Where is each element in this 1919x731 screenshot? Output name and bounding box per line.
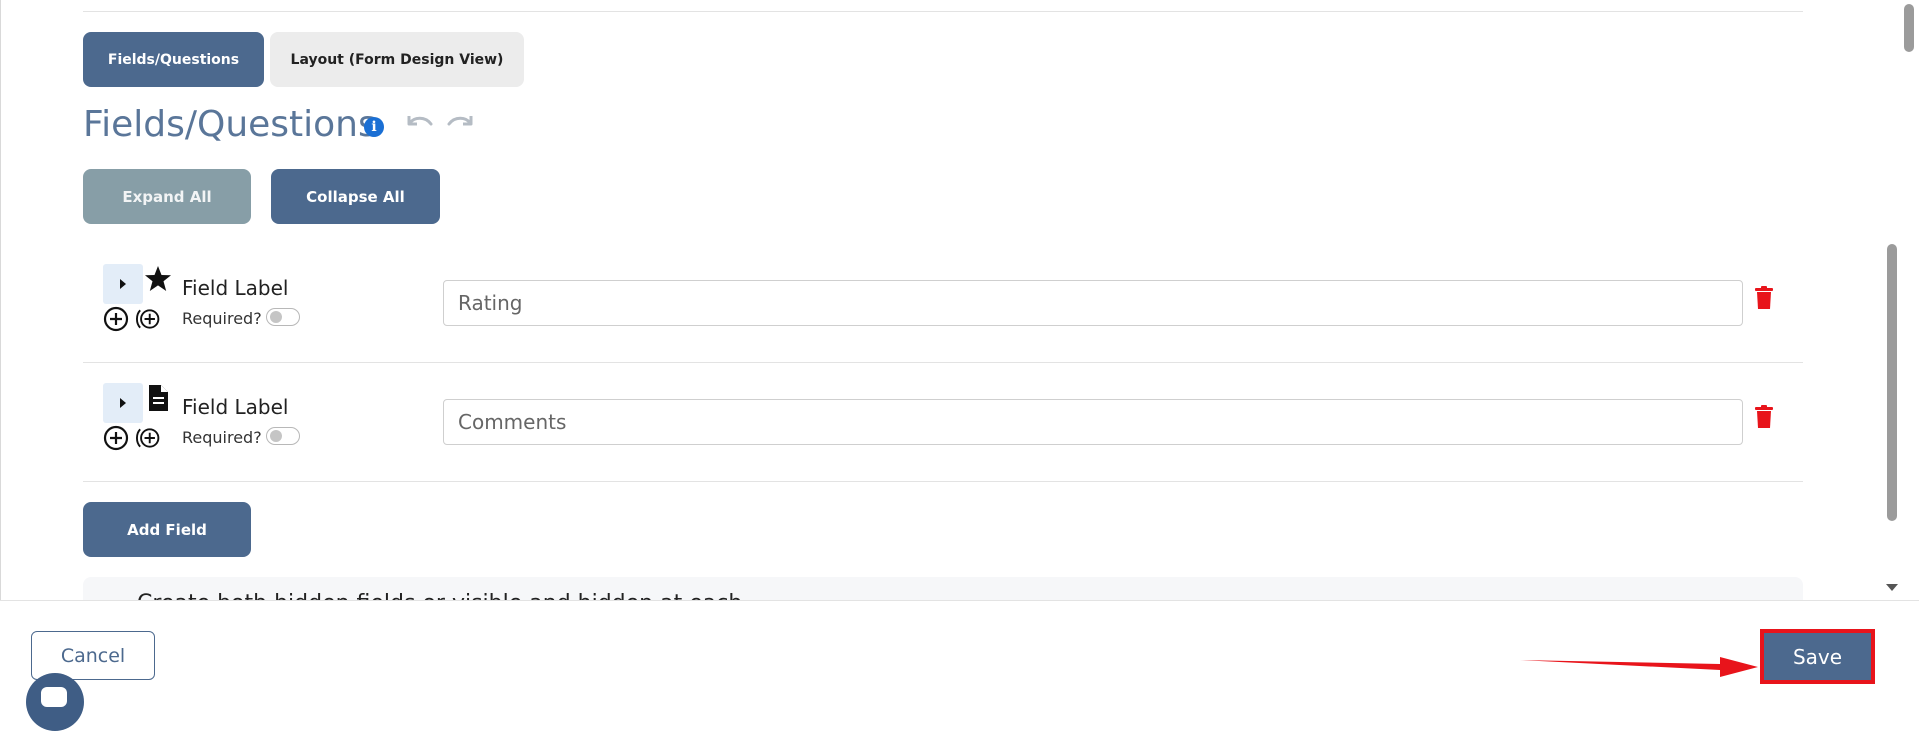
scrollbar-thumb[interactable] <box>1887 244 1897 521</box>
field-label-input[interactable]: Comments <box>443 399 1743 445</box>
toggle-knob <box>270 430 282 442</box>
redo-icon[interactable] <box>445 112 475 134</box>
add-nested-field-icon[interactable] <box>135 306 161 332</box>
add-field-button[interactable]: Add Field <box>83 502 251 557</box>
add-nested-field-icon[interactable] <box>135 425 161 451</box>
caret-right-icon <box>120 398 126 408</box>
hint-panel: Create both hidden fields or visible and… <box>83 577 1803 600</box>
document-icon <box>149 385 168 411</box>
info-icon[interactable]: i <box>364 117 384 137</box>
field-label-input[interactable]: Rating <box>443 280 1743 326</box>
footer-bar: Cancel Save <box>0 600 1919 731</box>
tab-fields-questions[interactable]: Fields/Questions <box>83 32 264 87</box>
chat-widget-icon[interactable] <box>26 673 84 731</box>
required-toggle[interactable] <box>266 427 300 445</box>
trash-icon[interactable] <box>1754 405 1774 429</box>
star-icon <box>145 266 171 291</box>
add-field-below-icon[interactable] <box>103 425 129 451</box>
tab-layout-form-design[interactable]: Layout (Form Design View) <box>270 32 524 87</box>
required-toggle[interactable] <box>266 308 300 326</box>
chat-bubble-shape <box>41 687 67 707</box>
expand-field-button[interactable] <box>103 264 143 304</box>
required-label: Required? <box>182 428 262 447</box>
scroll-down-icon[interactable] <box>1886 584 1898 591</box>
collapse-all-button[interactable]: Collapse All <box>271 169 440 224</box>
save-button[interactable]: Save <box>1764 633 1871 680</box>
caret-right-icon <box>120 279 126 289</box>
annotation-arrow-icon <box>1520 657 1758 677</box>
expand-field-button[interactable] <box>103 383 143 423</box>
add-field-below-icon[interactable] <box>103 306 129 332</box>
page-scrollbar-thumb[interactable] <box>1904 4 1914 52</box>
divider <box>83 11 1803 12</box>
trash-icon[interactable] <box>1754 286 1774 310</box>
undo-icon[interactable] <box>405 112 435 134</box>
toggle-knob <box>270 311 282 323</box>
hint-text: Create both hidden fields or visible and… <box>137 591 742 600</box>
field-row: Field Label Required? Rating <box>83 244 1803 363</box>
page-title: Fields/Questions <box>83 104 377 145</box>
form-builder-content: Fields/Questions Layout (Form Design Vie… <box>0 0 1901 600</box>
field-label: Field Label <box>182 395 289 419</box>
field-label: Field Label <box>182 276 289 300</box>
required-label: Required? <box>182 309 262 328</box>
expand-all-button[interactable]: Expand All <box>83 169 251 224</box>
field-row: Field Label Required? Comments <box>83 363 1803 482</box>
